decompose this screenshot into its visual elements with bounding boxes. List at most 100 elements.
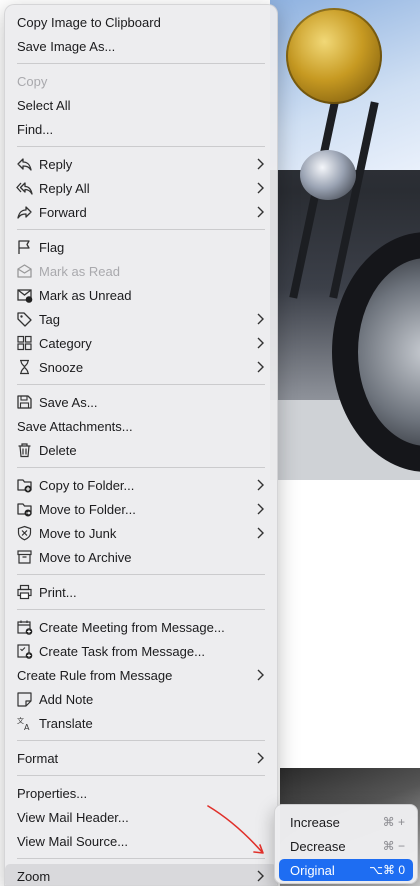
folder-move-icon <box>16 501 33 517</box>
menu-item-label: Tag <box>39 311 60 327</box>
menu-item-label: Reply All <box>39 180 90 196</box>
snooze-hourglass-icon <box>16 359 33 375</box>
menu-item-snooze[interactable]: Snooze <box>5 355 277 379</box>
menu-item-label: Move to Junk <box>39 525 117 541</box>
menu-item-create-task[interactable]: Create Task from Message... <box>5 639 277 663</box>
menu-item-translate[interactable]: 文A Translate <box>5 711 277 735</box>
chevron-right-icon <box>255 525 265 541</box>
menu-item-label: Move to Archive <box>39 549 132 565</box>
chevron-right-icon <box>255 868 265 884</box>
menu-item-view-mail-source[interactable]: View Mail Source... <box>5 829 277 853</box>
menu-separator <box>17 229 265 230</box>
menu-item-label: View Mail Source... <box>17 833 129 849</box>
menu-item-label: Delete <box>39 442 77 458</box>
menu-item-label: Add Note <box>39 691 94 707</box>
trash-icon <box>16 442 33 458</box>
menu-item-delete[interactable]: Delete <box>5 438 277 462</box>
menu-separator <box>17 146 265 147</box>
menu-item-view-mail-header[interactable]: View Mail Header... <box>5 805 277 829</box>
menu-item-label: View Mail Header... <box>17 809 129 825</box>
menu-item-find[interactable]: Find... <box>5 117 277 141</box>
menu-item-copy-image[interactable]: Copy Image to Clipboard <box>5 10 277 34</box>
menu-item-label: Save As... <box>39 394 98 410</box>
menu-separator <box>17 609 265 610</box>
menu-item-save-as[interactable]: Save As... <box>5 390 277 414</box>
menu-item-create-rule[interactable]: Create Rule from Message <box>5 663 277 687</box>
menu-item-reply[interactable]: Reply <box>5 152 277 176</box>
menu-item-flag[interactable]: Flag <box>5 235 277 259</box>
shortcut-label: ⌘ + <box>382 815 405 829</box>
menu-item-tag[interactable]: Tag <box>5 307 277 331</box>
zoom-original-item[interactable]: Original ⌥⌘ 0 <box>279 859 413 881</box>
menu-item-forward[interactable]: Forward <box>5 200 277 224</box>
chevron-right-icon <box>255 311 265 327</box>
menu-item-label: Move to Folder... <box>39 501 136 517</box>
chevron-right-icon <box>255 335 265 351</box>
menu-item-label: Select All <box>17 97 71 113</box>
translate-icon: 文A <box>16 715 33 731</box>
menu-item-save-image-as[interactable]: Save Image As... <box>5 34 277 58</box>
menu-item-properties[interactable]: Properties... <box>5 781 277 805</box>
tag-icon <box>16 311 33 327</box>
chevron-right-icon <box>255 180 265 196</box>
menu-item-move-to-junk[interactable]: Move to Junk <box>5 521 277 545</box>
chevron-right-icon <box>255 156 265 172</box>
menu-item-format[interactable]: Format <box>5 746 277 770</box>
chevron-right-icon <box>255 667 265 683</box>
menu-item-label: Flag <box>39 239 65 255</box>
menu-item-add-note[interactable]: Add Note <box>5 687 277 711</box>
menu-item-move-to-folder[interactable]: Move to Folder... <box>5 497 277 521</box>
menu-item-label: Zoom <box>17 868 51 884</box>
zoom-increase-item[interactable]: Increase ⌘ + <box>279 811 413 833</box>
svg-text:文: 文 <box>17 716 24 725</box>
menu-separator <box>17 384 265 385</box>
menu-item-label: Create Rule from Message <box>17 667 173 683</box>
menu-item-reply-all[interactable]: Reply All <box>5 176 277 200</box>
chevron-right-icon <box>255 477 265 493</box>
menu-item-label: Create Task from Message... <box>39 643 205 659</box>
menu-item-label: Save Attachments... <box>17 418 133 434</box>
menu-item-copy: Copy <box>5 69 277 93</box>
menu-separator <box>17 467 265 468</box>
folder-copy-icon <box>16 477 33 493</box>
menu-item-label: Copy Image to Clipboard <box>17 14 161 30</box>
zoom-submenu: Increase ⌘ + Decrease ⌘ − Original ⌥⌘ 0 <box>274 804 418 884</box>
submenu-item-label: Decrease <box>290 839 346 854</box>
menu-item-category[interactable]: Category <box>5 331 277 355</box>
menu-item-label: Copy to Folder... <box>39 477 135 493</box>
chevron-right-icon <box>255 750 265 766</box>
menu-item-label: Properties... <box>17 785 88 801</box>
menu-item-select-all[interactable]: Select All <box>5 93 277 117</box>
shortcut-label: ⌘ − <box>382 839 405 853</box>
menu-item-zoom[interactable]: Zoom <box>5 864 277 885</box>
submenu-item-label: Increase <box>290 815 340 830</box>
calendar-add-icon <box>16 619 33 635</box>
svg-text:A: A <box>24 723 30 731</box>
chevron-right-icon <box>255 501 265 517</box>
menu-item-save-attachments[interactable]: Save Attachments... <box>5 414 277 438</box>
menu-separator <box>17 775 265 776</box>
chevron-right-icon <box>255 204 265 220</box>
menu-item-copy-to-folder[interactable]: Copy to Folder... <box>5 473 277 497</box>
archive-box-icon <box>16 549 33 565</box>
photo-helmet <box>286 8 382 104</box>
context-menu: Copy Image to Clipboard Save Image As...… <box>4 4 278 886</box>
menu-item-mark-as-read: Mark as Read <box>5 259 277 283</box>
menu-item-label: Format <box>17 750 59 766</box>
menu-item-label: Category <box>39 335 92 351</box>
printer-icon <box>16 584 33 600</box>
reply-all-icon <box>16 180 33 196</box>
menu-item-label: Print... <box>39 584 77 600</box>
menu-item-mark-as-unread[interactable]: Mark as Unread <box>5 283 277 307</box>
email-image-motorcycle <box>270 0 420 480</box>
forward-icon <box>16 204 33 220</box>
menu-item-move-to-archive[interactable]: Move to Archive <box>5 545 277 569</box>
menu-item-create-meeting[interactable]: Create Meeting from Message... <box>5 615 277 639</box>
category-grid-icon <box>16 335 33 351</box>
submenu-item-label: Original <box>290 863 335 878</box>
zoom-decrease-item[interactable]: Decrease ⌘ − <box>279 835 413 857</box>
menu-item-label: Save Image As... <box>17 38 116 54</box>
note-icon <box>16 691 33 707</box>
menu-item-print[interactable]: Print... <box>5 580 277 604</box>
menu-item-label: Mark as Read <box>39 263 120 279</box>
